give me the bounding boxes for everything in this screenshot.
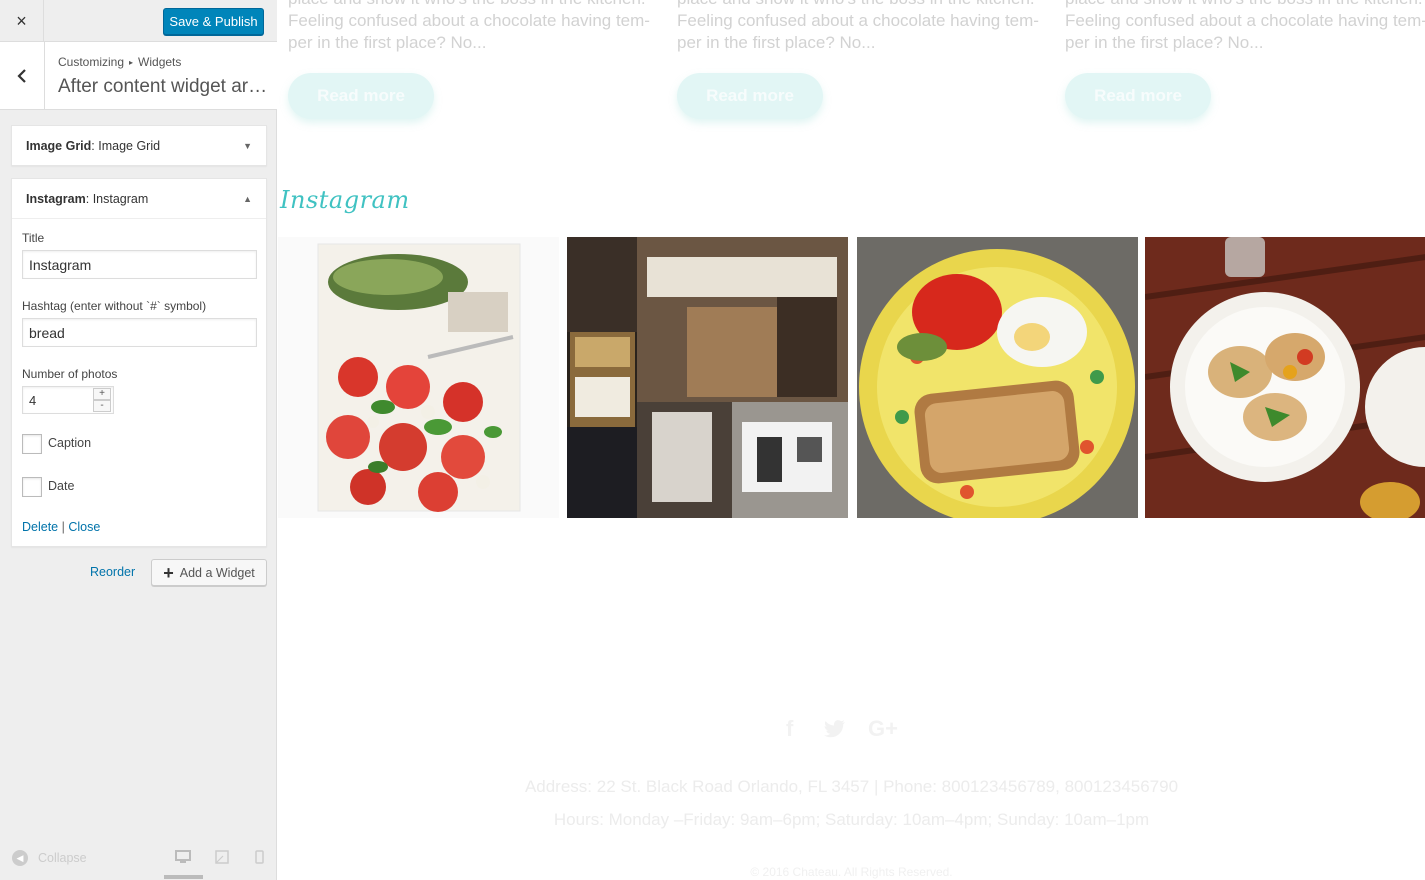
collapse-button[interactable]: ◀ Collapse (12, 850, 87, 866)
chevron-left-icon (17, 68, 26, 83)
decrement-button[interactable]: - (93, 400, 111, 412)
excerpt-line: per in the first place? No... (677, 33, 876, 52)
footer-copyright: © 2016 Chateau. All Rights Reserved. (750, 865, 953, 879)
post-excerpt: place and show it who's the boss in the … (1065, 0, 1425, 54)
salad-photo[interactable] (278, 237, 559, 518)
excerpt-line: per in the first place? No... (1065, 33, 1264, 52)
cafe-collage-photo[interactable] (567, 237, 848, 518)
link-separator: | (61, 520, 65, 534)
active-device-indicator (164, 875, 203, 879)
plus-icon: + (163, 562, 174, 583)
close-customizer-button[interactable]: × (0, 0, 44, 42)
add-widget-label: Add a Widget (179, 565, 255, 580)
footer-hours: Hours: Monday –Friday: 9am–6pm; Saturday… (553, 810, 1150, 829)
reorder-link[interactable]: Reorder (90, 565, 135, 579)
save-publish-button[interactable]: Save & Publish (163, 8, 264, 35)
post-excerpt: place and show it who's the boss in the … (288, 0, 650, 54)
bruschetta-photo[interactable] (1145, 237, 1425, 518)
site-preview: place and show it who's the boss in the … (278, 0, 1425, 880)
read-more-button[interactable]: Read more (288, 73, 434, 119)
title-label: Title (22, 231, 45, 245)
expand-arrow-icon[interactable]: ▼ (243, 141, 252, 151)
excerpt-line: place and show it who's the boss in the … (1065, 0, 1425, 10)
section-title: After content widget area (58, 76, 268, 97)
customizer-header: × Save & Publish (0, 0, 277, 42)
google-plus-icon[interactable]: G+ (868, 716, 898, 742)
increment-button[interactable]: + (93, 388, 111, 400)
add-widget-button[interactable]: + Add a Widget (151, 559, 267, 586)
widget-title: Image Grid: Image Grid (26, 139, 161, 153)
breadcrumb: Customizing ▸ Widgets (58, 55, 181, 69)
hashtag-label: Hashtag (enter without `#` symbol) (22, 299, 207, 313)
toast-plate-photo[interactable] (857, 237, 1138, 518)
read-more-button[interactable]: Read more (1065, 73, 1211, 119)
hashtag-input[interactable] (22, 318, 257, 347)
post-excerpt: place and show it who's the boss in the … (677, 0, 1039, 54)
breadcrumb-root: Customizing (58, 55, 125, 69)
excerpt-line: place and show it who's the boss in the … (677, 0, 1037, 10)
collapse-label: Collapse (38, 851, 87, 865)
widget-title: Instagram: Instagram (26, 191, 149, 206)
widget-actions: Delete | Close (22, 520, 100, 534)
twitter-icon[interactable] (824, 720, 846, 738)
delete-link[interactable]: Delete (22, 520, 58, 534)
date-checkbox[interactable] (22, 477, 42, 497)
close-icon: × (16, 10, 27, 31)
collapse-icon: ◀ (12, 850, 28, 866)
excerpt-line: place and show it who's the boss in the … (288, 0, 648, 10)
widget-header-image-grid[interactable]: Image Grid: Image Grid ▼ (12, 126, 266, 166)
date-label: Date (48, 479, 75, 493)
excerpt-line: Feeling confused about a chocolate havin… (288, 11, 650, 30)
section-header: Customizing ▸ Widgets After content widget… (0, 42, 277, 110)
sidebar-footer: ◀ Collapse (0, 838, 277, 880)
breadcrumb-current: Widgets (138, 55, 182, 69)
photos-count-label: Number of photos (22, 367, 118, 381)
customizer-sidebar: × Save & Publish Customizing ▸ Widgets Aft… (0, 0, 277, 880)
read-more-button[interactable]: Read more (677, 73, 823, 119)
facebook-icon[interactable]: f (786, 716, 793, 742)
back-button[interactable] (0, 42, 45, 109)
caption-checkbox[interactable] (22, 434, 42, 454)
close-link[interactable]: Close (68, 520, 100, 534)
instagram-widget-heading: Instagram (280, 186, 410, 214)
breadcrumb-separator: ▸ (129, 58, 134, 67)
footer-address: Address: 22 St. Black Road Orlando, FL 3… (524, 777, 1179, 796)
collapse-arrow-icon[interactable]: ▲ (243, 194, 252, 204)
photos-count-stepper[interactable]: 4 + - (22, 386, 114, 414)
photos-count-value: 4 (29, 393, 37, 408)
excerpt-line: per in the first place? No... (288, 33, 487, 52)
title-input[interactable] (22, 250, 257, 279)
caption-label: Caption (48, 436, 92, 450)
excerpt-line: Feeling confused about a chocolate havin… (1065, 11, 1425, 30)
widget-header-instagram[interactable]: Instagram: Instagram ▲ (12, 179, 266, 219)
desktop-icon[interactable] (175, 850, 191, 864)
tablet-icon[interactable] (215, 850, 229, 864)
mobile-icon[interactable] (255, 850, 264, 864)
widget-instagram: Instagram: Instagram ▲ Title Hashtag (en… (11, 178, 267, 547)
widget-image-grid: Image Grid: Image Grid ▼ (11, 125, 267, 166)
excerpt-line: Feeling confused about a chocolate havin… (677, 11, 1039, 30)
